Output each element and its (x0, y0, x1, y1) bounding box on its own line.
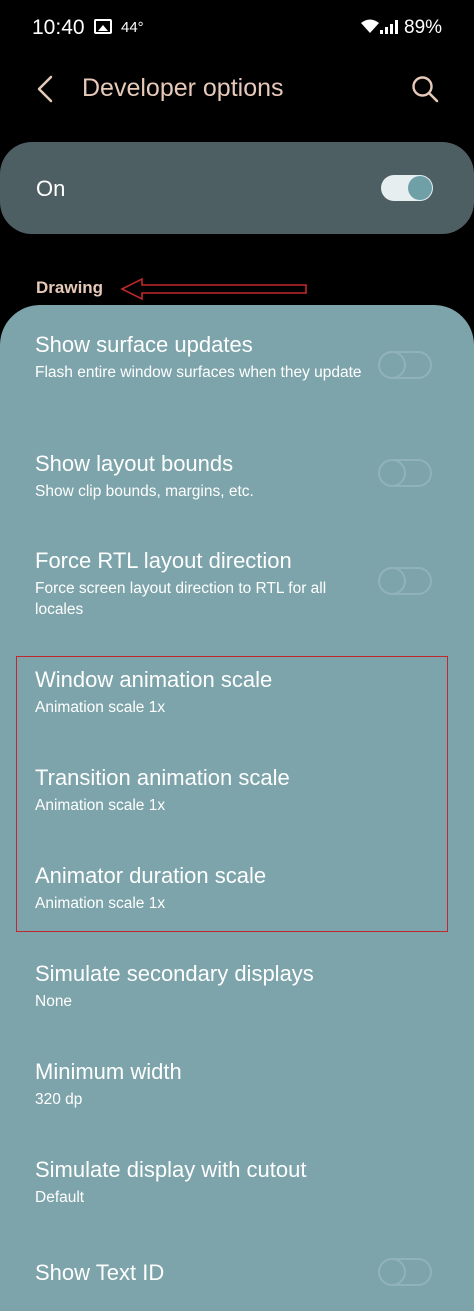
search-icon[interactable] (410, 74, 440, 104)
show-text-id-toggle[interactable] (378, 1258, 432, 1286)
toggle-knob (378, 459, 406, 487)
show-surface-updates-toggle[interactable] (378, 351, 432, 379)
setting-subtitle: 320 dp (35, 1091, 83, 1108)
annotation-highlight-box (16, 656, 448, 932)
setting-title: Minimum width (35, 1059, 182, 1084)
force-rtl-toggle[interactable] (378, 567, 432, 595)
status-bar: 10:40 44° 89% (0, 0, 474, 56)
master-toggle-knob (408, 176, 432, 200)
setting-subtitle: Force screen layout direction to RTL for… (35, 580, 327, 618)
status-temperature: 44° (121, 19, 144, 36)
setting-title: Simulate display with cutout (35, 1157, 307, 1182)
show-layout-bounds-toggle[interactable] (378, 459, 432, 487)
master-switch-label: On (36, 176, 66, 201)
setting-title: Show Text ID (35, 1260, 165, 1285)
setting-title: Show layout bounds (35, 451, 234, 476)
section-header-drawing: Drawing (36, 278, 104, 297)
setting-title: Simulate secondary displays (35, 961, 314, 986)
toggle-knob (378, 351, 406, 379)
annotation-arrow-icon (120, 277, 307, 301)
back-arrow-icon[interactable] (34, 75, 56, 103)
status-battery: 89% (404, 17, 443, 38)
toggle-knob (378, 567, 406, 595)
wifi-icon (361, 19, 379, 33)
signal-icon (380, 20, 398, 34)
setting-title: Force RTL layout direction (35, 548, 292, 573)
page-title: Developer options (82, 74, 284, 102)
setting-subtitle: None (35, 993, 73, 1010)
setting-title: Show surface updates (35, 332, 253, 357)
status-time: 10:40 (32, 16, 85, 39)
setting-subtitle: Show clip bounds, margins, etc. (35, 483, 254, 500)
gallery-notification-icon (94, 19, 112, 34)
master-toggle[interactable] (381, 175, 433, 201)
setting-subtitle: Default (35, 1189, 85, 1206)
toggle-knob (378, 1258, 406, 1286)
setting-subtitle: Flash entire window surfaces when they u… (35, 364, 362, 381)
